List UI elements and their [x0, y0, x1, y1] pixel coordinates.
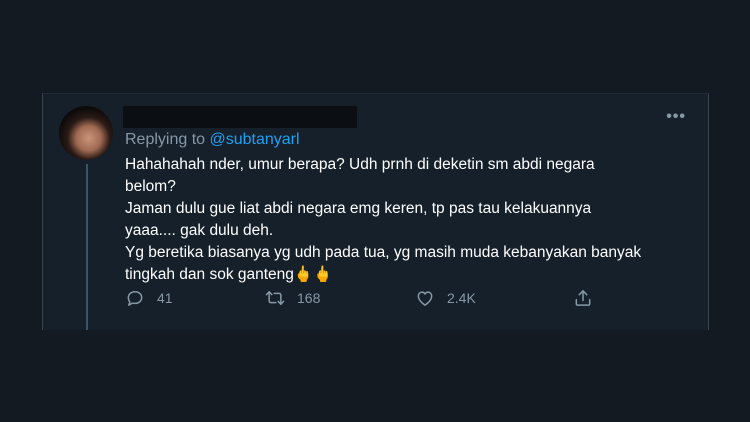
more-options-icon[interactable]: •••: [666, 108, 686, 126]
redacted-display-name: [123, 106, 357, 128]
avatar[interactable]: [59, 106, 113, 160]
tweet-line: belom?: [125, 178, 176, 195]
retweet-icon: [265, 291, 285, 305]
tweet-text: Hahahahah nder, umur berapa? Udh prnh di…: [125, 154, 700, 286]
share-icon: [575, 290, 591, 306]
reply-button[interactable]: 41: [125, 288, 173, 308]
tweet-card: ••• Replying to @subtanyarl Hahahahah nd…: [42, 93, 709, 330]
like-button[interactable]: 2.4K: [415, 288, 476, 308]
retweet-count: 168: [297, 290, 321, 306]
tweet-line: tingkah dan sok ganteng🖕🖕: [125, 266, 333, 283]
replying-to-handle[interactable]: @subtanyarl: [210, 131, 300, 148]
reply-icon: [127, 291, 143, 306]
thread-line: [86, 164, 88, 330]
tweet-actions: 41 168 2.4K: [125, 288, 605, 312]
share-button[interactable]: [573, 288, 593, 308]
retweet-button[interactable]: 168: [265, 288, 320, 308]
tweet-line: Hahahahah nder, umur berapa? Udh prnh di…: [125, 156, 595, 173]
tweet-line: Jaman dulu gue liat abdi negara emg kere…: [125, 200, 592, 217]
reply-count: 41: [157, 290, 173, 306]
replying-to-label: Replying to: [125, 131, 210, 148]
heart-icon: [417, 291, 433, 306]
tweet-line: yaaa.... gak dulu deh.: [125, 222, 274, 239]
like-count: 2.4K: [447, 290, 476, 306]
replying-to: Replying to @subtanyarl: [125, 131, 300, 149]
tweet-line: Yg beretika biasanya yg udh pada tua, yg…: [125, 244, 642, 261]
